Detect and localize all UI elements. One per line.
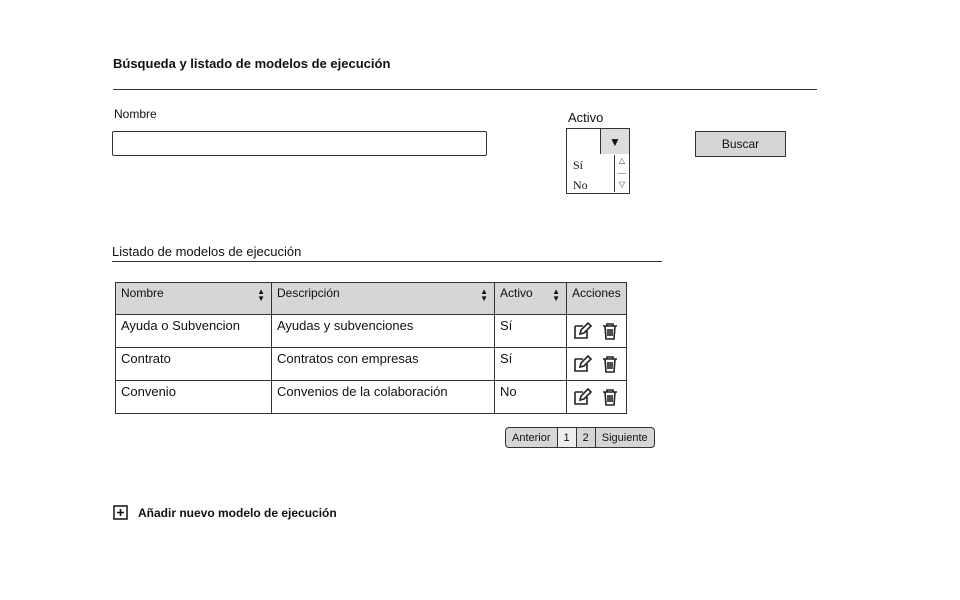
name-label: Nombre (114, 107, 157, 121)
cell-acciones (566, 347, 627, 381)
cell-descripcion: Contratos con empresas (271, 347, 495, 381)
scroll-down-icon[interactable]: ▽ (615, 179, 629, 191)
listing-divider (112, 261, 662, 262)
column-header-nombre[interactable]: Nombre ▲ ▼ (115, 282, 272, 315)
option-no[interactable]: No (573, 178, 588, 193)
title-divider (113, 89, 817, 90)
option-si[interactable]: Sí (573, 158, 583, 173)
column-header-acciones: Acciones (566, 282, 627, 315)
cell-descripcion: Ayudas y subvenciones (271, 314, 495, 348)
previous-page-button[interactable]: Anterior (506, 428, 558, 447)
options-scrollbar[interactable]: △ — ▽ (614, 155, 629, 192)
chevron-down-icon[interactable]: ▼ (600, 129, 629, 154)
page-title: Búsqueda y listado de modelos de ejecuci… (113, 56, 391, 71)
edit-icon[interactable] (572, 354, 592, 374)
column-header-label: Descripción (277, 286, 340, 300)
cell-acciones (566, 314, 627, 348)
add-model-button[interactable]: Añadir nuevo modelo de ejecución (113, 505, 337, 520)
table-header-row: Nombre ▲ ▼ Descripción ▲ ▼ Activo ▲ ▼ Accio… (115, 282, 627, 315)
column-header-activo[interactable]: Activo ▲ ▼ (494, 282, 567, 315)
active-select[interactable]: ▼ (566, 128, 630, 156)
edit-icon[interactable] (572, 387, 592, 407)
table-row: Convenio Convenios de la colaboración No (115, 380, 627, 414)
page-button-1[interactable]: 1 (557, 428, 577, 447)
edit-icon[interactable] (572, 321, 592, 341)
cell-activo: Sí (494, 314, 567, 348)
cell-acciones (566, 380, 627, 414)
pagination: Anterior 1 2 Siguiente (505, 427, 655, 448)
delete-icon[interactable] (600, 387, 620, 407)
sort-icon[interactable]: ▲ ▼ (480, 288, 488, 303)
delete-icon[interactable] (600, 321, 620, 341)
delete-icon[interactable] (600, 354, 620, 374)
cell-nombre: Contrato (115, 347, 272, 381)
cell-activo: No (494, 380, 567, 414)
cell-descripcion: Convenios de la colaboración (271, 380, 495, 414)
scroll-up-icon[interactable]: △ (615, 155, 629, 167)
column-header-label: Acciones (572, 286, 621, 300)
scroll-thumb[interactable]: — (615, 167, 629, 179)
column-header-label: Nombre (121, 286, 164, 300)
active-label: Activo (568, 110, 604, 125)
column-header-label: Activo (500, 286, 533, 300)
column-header-descripcion[interactable]: Descripción ▲ ▼ (271, 282, 495, 315)
add-model-label: Añadir nuevo modelo de ejecución (138, 505, 337, 520)
models-table: Nombre ▲ ▼ Descripción ▲ ▼ Activo ▲ ▼ Accio… (115, 282, 627, 414)
sort-icon[interactable]: ▲ ▼ (552, 288, 560, 303)
cell-nombre: Ayuda o Subvencion (115, 314, 272, 348)
cell-nombre: Convenio (115, 380, 272, 414)
cell-activo: Sí (494, 347, 567, 381)
table-row: Ayuda o Subvencion Ayudas y subvenciones… (115, 314, 627, 348)
table-row: Contrato Contratos con empresas Sí (115, 347, 627, 381)
sort-icon[interactable]: ▲ ▼ (257, 288, 265, 303)
listing-title: Listado de modelos de ejecución (112, 244, 302, 259)
plus-square-icon[interactable] (113, 505, 128, 520)
search-button[interactable]: Buscar (695, 131, 786, 157)
active-options-list: Sí No △ — ▽ (566, 155, 630, 194)
name-input[interactable] (112, 131, 487, 156)
next-page-button[interactable]: Siguiente (596, 428, 654, 447)
page-button-2[interactable]: 2 (577, 428, 596, 447)
